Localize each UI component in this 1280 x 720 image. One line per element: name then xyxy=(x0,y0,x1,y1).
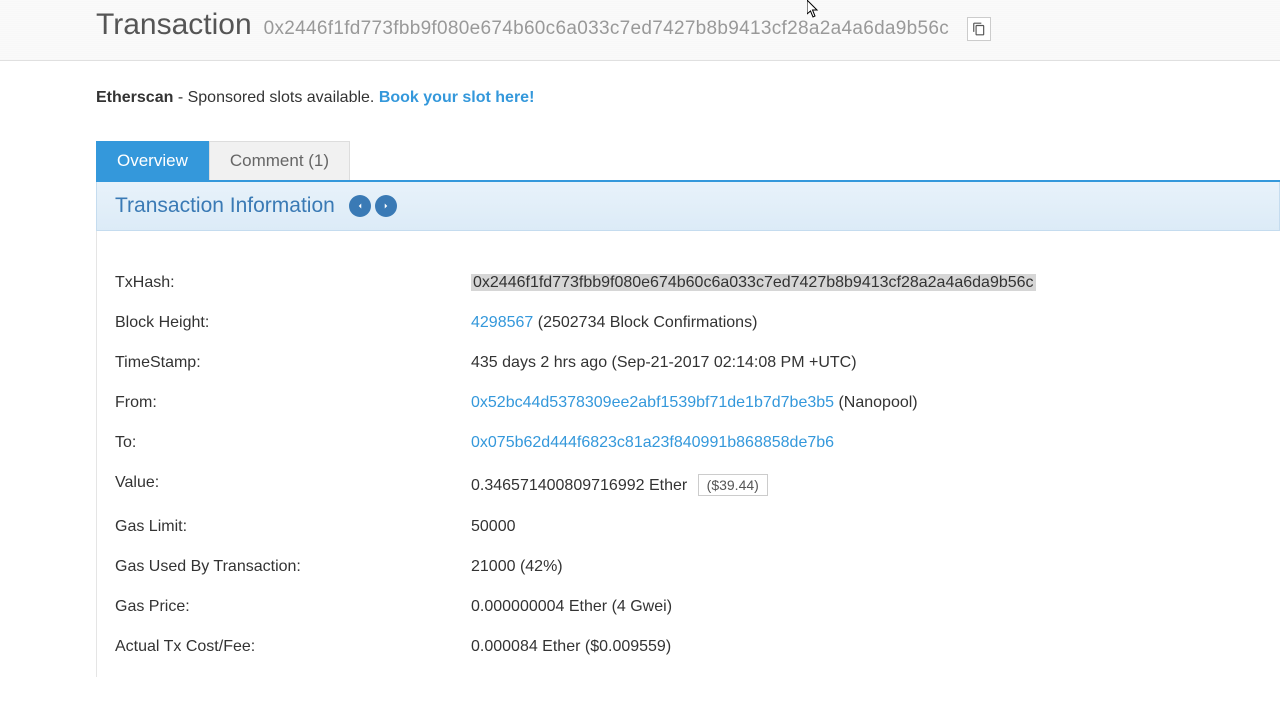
label-txhash: TxHash: xyxy=(115,274,471,292)
row-blockheight: Block Height: 4298567 (2502734 Block Con… xyxy=(115,303,1262,343)
tab-overview[interactable]: Overview xyxy=(96,141,209,180)
label-blockheight: Block Height: xyxy=(115,314,471,332)
sponsor-text: - Sponsored slots available. xyxy=(173,89,378,106)
page-title: Transaction xyxy=(96,8,252,42)
link-blockheight[interactable]: 4298567 xyxy=(471,314,533,331)
tab-comment[interactable]: Comment (1) xyxy=(209,141,350,180)
link-to-address[interactable]: 0x075b62d444f6823c81a23f840991b868858de7… xyxy=(471,434,834,451)
prev-tx-button[interactable] xyxy=(349,195,371,217)
row-gasprice: Gas Price: 0.000000004 Ether (4 Gwei) xyxy=(115,587,1262,627)
link-from-address[interactable]: 0x52bc44d5378309ee2abf1539bf71de1b7d7be3… xyxy=(471,394,834,411)
value-txcost: 0.000084 Ether ($0.009559) xyxy=(471,638,671,656)
sponsor-site: Etherscan xyxy=(96,89,173,106)
header-hash: 0x2446f1fd773fbb9f080e674b60c6a033c7ed74… xyxy=(264,18,949,40)
label-gasprice: Gas Price: xyxy=(115,598,471,616)
value-gasused: 21000 (42%) xyxy=(471,558,563,576)
chevron-right-icon xyxy=(381,201,391,211)
sponsor-line: Etherscan - Sponsored slots available. B… xyxy=(96,89,1280,107)
value-txhash: 0x2446f1fd773fbb9f080e674b60c6a033c7ed74… xyxy=(471,274,1036,291)
row-timestamp: TimeStamp: 435 days 2 hrs ago (Sep-21-20… xyxy=(115,343,1262,383)
label-gaslimit: Gas Limit: xyxy=(115,518,471,536)
copy-icon xyxy=(972,22,986,36)
value-gaslimit: 50000 xyxy=(471,518,516,536)
chevron-left-icon xyxy=(355,201,365,211)
row-txcost: Actual Tx Cost/Fee: 0.000084 Ether ($0.0… xyxy=(115,627,1262,667)
label-value: Value: xyxy=(115,474,471,496)
value-eth: 0.346571400809716992 Ether xyxy=(471,477,687,494)
label-timestamp: TimeStamp: xyxy=(115,354,471,372)
value-usd: ($39.44) xyxy=(698,474,768,496)
panel-title: Transaction Information xyxy=(115,194,335,218)
row-value: Value: 0.346571400809716992 Ether ($39.4… xyxy=(115,463,1262,507)
row-txhash: TxHash: 0x2446f1fd773fbb9f080e674b60c6a0… xyxy=(115,263,1262,303)
label-to: To: xyxy=(115,434,471,452)
value-from-suffix: (Nanopool) xyxy=(834,394,918,411)
row-to: To: 0x075b62d444f6823c81a23f840991b86885… xyxy=(115,423,1262,463)
next-tx-button[interactable] xyxy=(375,195,397,217)
label-txcost: Actual Tx Cost/Fee: xyxy=(115,638,471,656)
copy-hash-button[interactable] xyxy=(967,17,991,41)
value-blockconf: (2502734 Block Confirmations) xyxy=(533,314,757,331)
row-gaslimit: Gas Limit: 50000 xyxy=(115,507,1262,547)
page-header: Transaction 0x2446f1fd773fbb9f080e674b60… xyxy=(0,0,1280,61)
label-gasused: Gas Used By Transaction: xyxy=(115,558,471,576)
label-from: From: xyxy=(115,394,471,412)
row-gasused: Gas Used By Transaction: 21000 (42%) xyxy=(115,547,1262,587)
tab-bar: Overview Comment (1) xyxy=(96,141,1280,182)
details-panel: TxHash: 0x2446f1fd773fbb9f080e674b60c6a0… xyxy=(96,231,1280,677)
main-container: Etherscan - Sponsored slots available. B… xyxy=(0,61,1280,677)
panel-header: Transaction Information xyxy=(96,182,1280,231)
value-timestamp: 435 days 2 hrs ago (Sep-21-2017 02:14:08… xyxy=(471,354,857,372)
row-from: From: 0x52bc44d5378309ee2abf1539bf71de1b… xyxy=(115,383,1262,423)
sponsor-link[interactable]: Book your slot here! xyxy=(379,89,535,106)
value-gasprice: 0.000000004 Ether (4 Gwei) xyxy=(471,598,672,616)
